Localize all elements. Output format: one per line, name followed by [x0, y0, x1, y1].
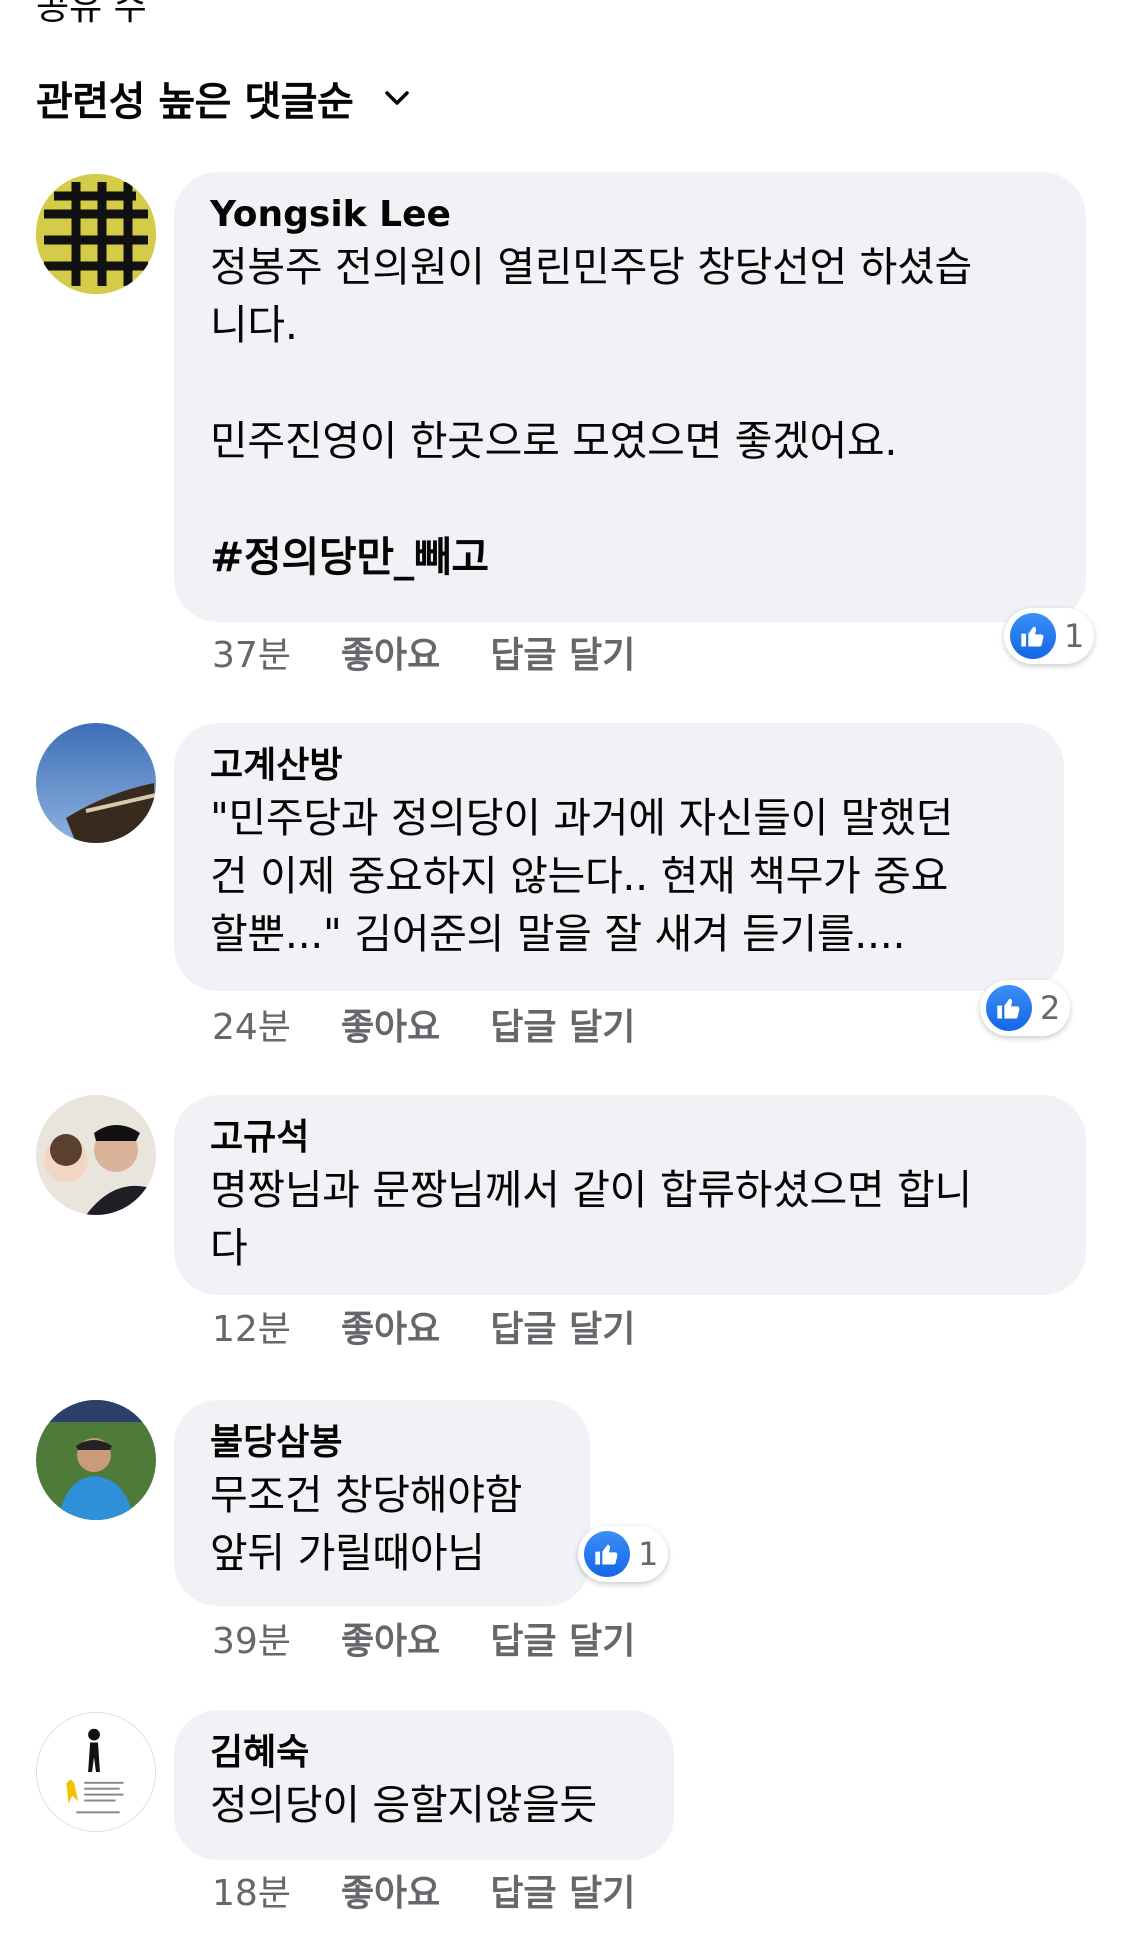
avatar-photo-icon	[36, 1400, 156, 1520]
reply-button[interactable]: 답글 달기	[490, 1300, 635, 1352]
comment-text: 정봉주 전의원이 열린민주당 창당선언 하셨습 니다. 민주진영이 한곳으로 모…	[210, 243, 972, 465]
reaction-count: 1	[1064, 617, 1085, 655]
comment-author[interactable]: 불당삼봉	[210, 1420, 554, 1466]
comment-text: 정의당이 응할지않을듯	[210, 1781, 597, 1829]
like-reaction-icon	[1010, 613, 1056, 659]
reply-button[interactable]: 답글 달기	[490, 1612, 635, 1664]
reaction-count-badge[interactable]: 1	[578, 1526, 669, 1582]
avatar[interactable]	[36, 1095, 156, 1215]
like-button[interactable]: 좋아요	[341, 998, 440, 1050]
comment-time[interactable]: 39분	[212, 1612, 291, 1664]
comment-text: "민주당과 정의당이 과거에 자신들이 말했던 건 이제 중요하지 않는다.. …	[210, 794, 954, 958]
comment-actions: 39분 좋아요 답글 달기	[212, 1612, 685, 1664]
comment-time[interactable]: 18분	[212, 1864, 291, 1916]
comment-actions: 12분 좋아요 답글 달기	[212, 1300, 685, 1352]
comment-bubble[interactable]: 김혜숙 정의당이 응할지않을듯	[174, 1710, 674, 1860]
comment-bubble[interactable]: 고계산방 "민주당과 정의당이 과거에 자신들이 말했던 건 이제 중요하지 않…	[174, 723, 1064, 991]
comment-actions: 24분 좋아요 답글 달기	[212, 998, 685, 1050]
comment-sort-dropdown[interactable]: 관련성 높은 댓글순	[36, 70, 411, 126]
avatar[interactable]	[36, 1400, 156, 1520]
like-reaction-icon	[584, 1531, 630, 1577]
chevron-down-icon	[385, 91, 410, 105]
avatar-pattern-icon	[36, 174, 156, 294]
like-reaction-icon	[986, 985, 1032, 1031]
comment-actions: 18분 좋아요 답글 달기	[212, 1864, 685, 1916]
comment-text: 명짱님과 문짱님께서 같이 합류하셨으면 합니 다	[210, 1166, 972, 1272]
comment-time[interactable]: 12분	[212, 1300, 291, 1352]
reaction-count: 1	[638, 1535, 659, 1573]
comment-author[interactable]: 고계산방	[210, 743, 1028, 789]
like-button[interactable]: 좋아요	[341, 1864, 440, 1916]
comment-bubble[interactable]: 불당삼봉 무조건 창당해야함 앞뒤 가릴때아님	[174, 1400, 590, 1606]
like-button[interactable]: 좋아요	[341, 626, 440, 678]
reply-button[interactable]: 답글 달기	[490, 998, 635, 1050]
avatar-sky-roof-icon	[36, 723, 156, 843]
comment-bubble[interactable]: Yongsik Lee 정봉주 전의원이 열린민주당 창당선언 하셨습 니다. …	[174, 172, 1086, 622]
like-button[interactable]: 좋아요	[341, 1300, 440, 1352]
previous-content-cut: 공유 수	[36, 0, 147, 28]
comment-author[interactable]: 김혜숙	[210, 1730, 638, 1776]
like-button[interactable]: 좋아요	[341, 1612, 440, 1664]
reaction-count-badge[interactable]: 2	[980, 980, 1071, 1036]
comment-bubble[interactable]: 고규석 명짱님과 문짱님께서 같이 합류하셨으면 합니 다	[174, 1095, 1086, 1295]
avatar[interactable]	[36, 174, 156, 294]
reaction-count: 2	[1040, 989, 1061, 1027]
avatar[interactable]	[36, 1712, 156, 1832]
avatar-photo-icon	[36, 1095, 156, 1215]
comment-author[interactable]: Yongsik Lee	[210, 192, 1050, 238]
sort-label: 관련성 높은 댓글순	[36, 79, 354, 125]
reply-button[interactable]: 답글 달기	[490, 1864, 635, 1916]
avatar-ribbon-icon	[37, 1713, 155, 1831]
comment-actions: 37분 좋아요 답글 달기	[212, 626, 685, 678]
comment-time[interactable]: 37분	[212, 626, 291, 678]
comment-hashtag[interactable]: #정의당만_빼고	[210, 528, 1050, 586]
reply-button[interactable]: 답글 달기	[490, 626, 635, 678]
comment-author[interactable]: 고규석	[210, 1115, 1050, 1161]
reaction-count-badge[interactable]: 1	[1004, 608, 1095, 664]
comment-time[interactable]: 24분	[212, 998, 291, 1050]
avatar[interactable]	[36, 723, 156, 843]
comment-text: 무조건 창당해야함 앞뒤 가릴때아님	[210, 1471, 523, 1577]
